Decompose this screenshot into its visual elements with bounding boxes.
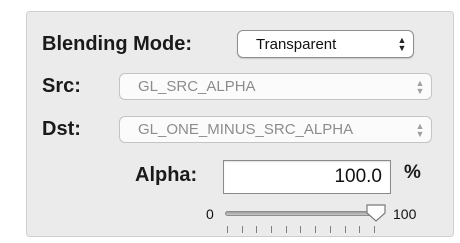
alpha-slider-track[interactable] — [225, 211, 375, 216]
percent-label: % — [404, 162, 421, 183]
slider-tick — [241, 226, 243, 233]
src-label: Src: — [42, 75, 81, 97]
slider-tick — [256, 226, 258, 233]
slider-tick — [315, 226, 317, 233]
src-popup[interactable]: GL_SRC_ALPHA ▲ ▼ — [119, 73, 432, 100]
slider-tick — [344, 226, 346, 233]
alpha-label: Alpha: — [135, 164, 198, 186]
up-down-arrows-icon: ▲ ▼ — [397, 35, 407, 53]
slider-max-label: 100 — [393, 206, 417, 222]
blending-mode-value: Transparent — [256, 35, 337, 53]
alpha-slider-knob[interactable] — [365, 203, 387, 223]
src-value: GL_SRC_ALPHA — [138, 78, 256, 95]
blending-panel: Blending Mode: Transparent ▲ ▼ Src: GL_SR… — [26, 11, 454, 237]
slider-tick — [373, 226, 375, 233]
slider-ticks — [227, 226, 375, 233]
slider-tick — [329, 226, 331, 233]
dst-popup[interactable]: GL_ONE_MINUS_SRC_ALPHA ▲ ▼ — [119, 116, 432, 143]
blending-mode-popup[interactable]: Transparent ▲ ▼ — [237, 30, 414, 58]
alpha-field[interactable]: 100.0 — [223, 160, 391, 194]
slider-tick — [359, 226, 361, 233]
slider-min-label: 0 — [206, 206, 214, 222]
blending-mode-label: Blending Mode: — [42, 33, 192, 55]
dst-label: Dst: — [42, 118, 81, 140]
slider-tick — [271, 226, 273, 233]
dst-value: GL_ONE_MINUS_SRC_ALPHA — [138, 121, 354, 138]
slider-tick — [300, 226, 302, 233]
up-down-arrows-icon: ▲ ▼ — [415, 77, 425, 96]
slider-tick — [227, 226, 228, 233]
slider-tick — [285, 226, 287, 233]
up-down-arrows-icon: ▲ ▼ — [415, 120, 425, 139]
